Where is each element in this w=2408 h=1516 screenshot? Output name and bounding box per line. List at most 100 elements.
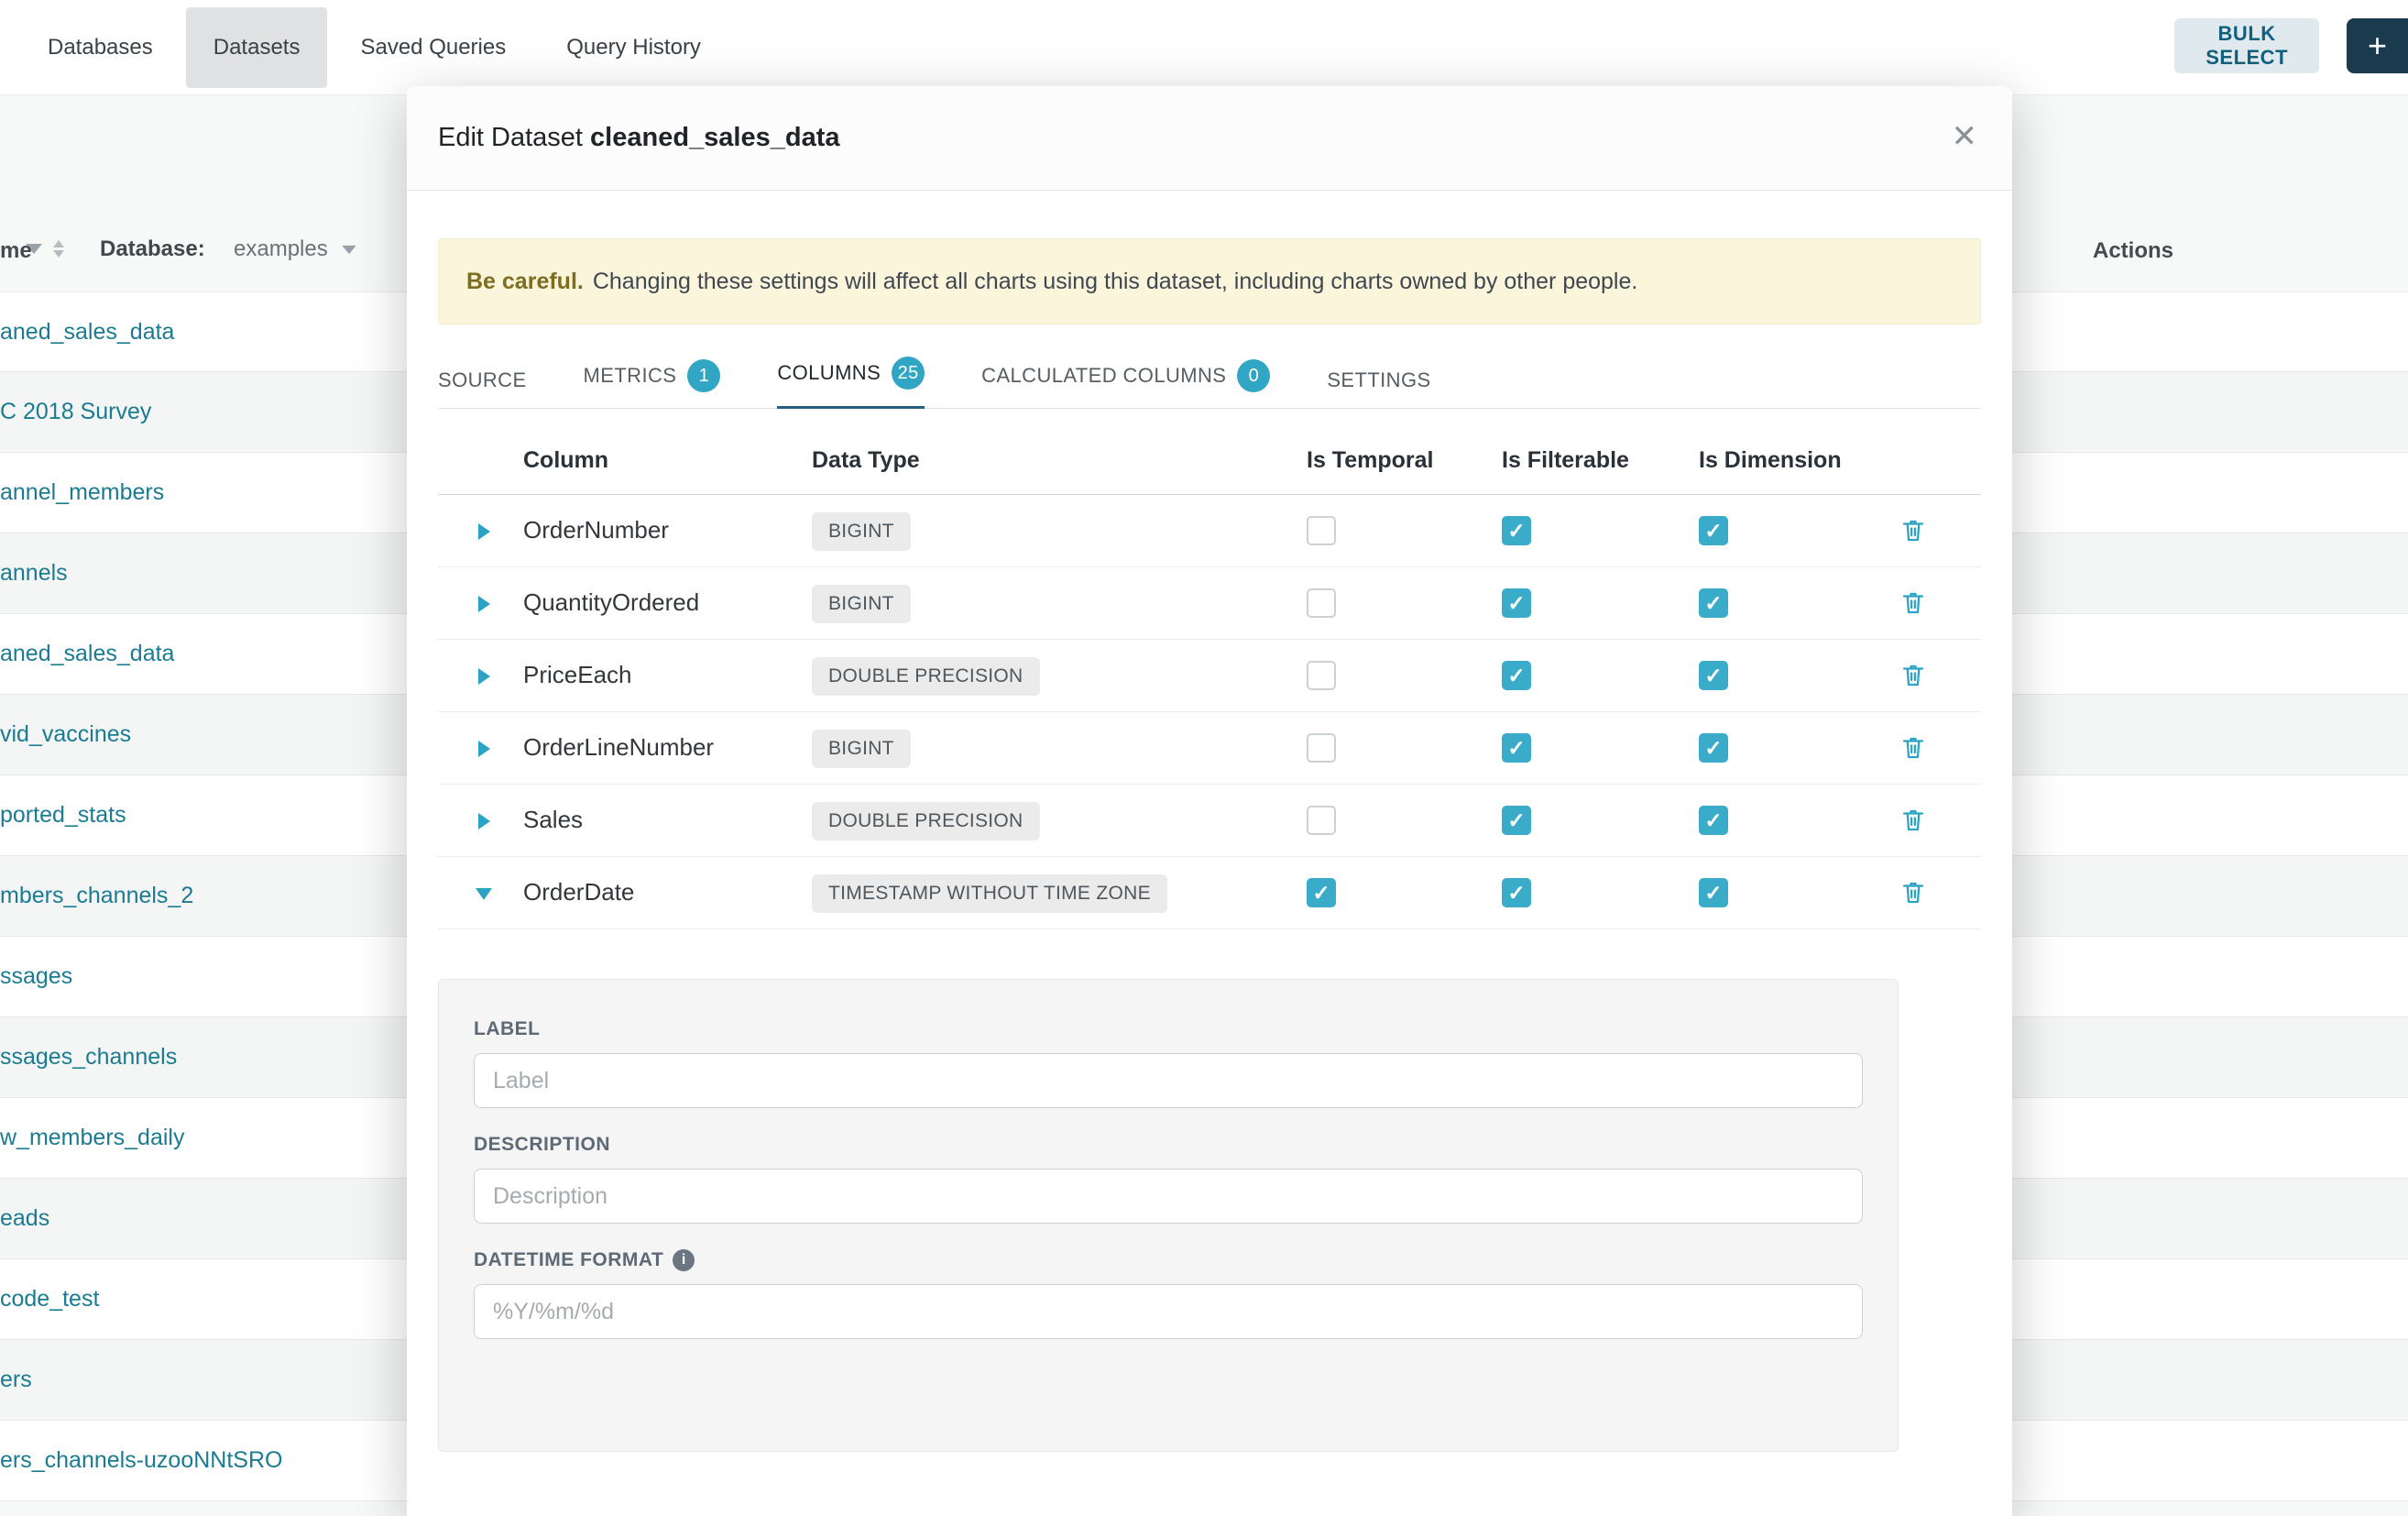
column-name: OrderDate: [523, 878, 634, 906]
is-temporal-checkbox[interactable]: [1307, 516, 1336, 545]
dataset-link[interactable]: C 2018 Survey: [0, 399, 151, 425]
dataset-link[interactable]: eads: [0, 1205, 49, 1232]
edit-dataset-modal: Edit Dataset cleaned_sales_data ✕ Be car…: [407, 86, 2012, 1516]
close-icon[interactable]: ✕: [1952, 121, 1978, 152]
data-type-header: Data Type: [812, 447, 920, 474]
expand-caret-icon[interactable]: [478, 741, 490, 757]
delete-icon[interactable]: [1899, 662, 1927, 689]
expand-caret-icon[interactable]: [478, 668, 490, 685]
is-temporal-checkbox[interactable]: [1307, 661, 1336, 690]
dataset-link[interactable]: vid_vaccines: [0, 721, 131, 748]
bulk-select-button[interactable]: BULK SELECT: [2174, 18, 2319, 73]
calculated-columns-count-badge: 0: [1237, 359, 1270, 392]
is-filterable-checkbox[interactable]: [1502, 588, 1531, 618]
label-field-label: LABEL: [474, 1018, 1863, 1040]
column-name: OrderNumber: [523, 516, 669, 544]
nav-tab-datasets[interactable]: Datasets: [186, 7, 328, 88]
expand-caret-icon[interactable]: [478, 596, 490, 612]
dataset-link[interactable]: annels: [0, 560, 68, 587]
column-row: PriceEach DOUBLE PRECISION: [438, 640, 1981, 712]
is-dimension-checkbox[interactable]: [1699, 806, 1728, 835]
is-filterable-checkbox[interactable]: [1502, 516, 1531, 545]
label-field-label-text: LABEL: [474, 1018, 541, 1040]
column-detail-panel: LABEL DESCRIPTION DATETIME FORMAT i: [438, 979, 1899, 1452]
column-row: OrderNumber BIGINT: [438, 495, 1981, 567]
is-dimension-checkbox[interactable]: [1699, 733, 1728, 763]
modal-title-dataset-name: cleaned_sales_data: [590, 123, 839, 152]
nav-tab-list: Databases Datasets Saved Queries Query H…: [0, 0, 734, 94]
datetime-format-label-text: DATETIME FORMAT: [474, 1249, 663, 1271]
is-temporal-checkbox[interactable]: [1307, 878, 1336, 907]
is-temporal-checkbox[interactable]: [1307, 588, 1336, 618]
is-filterable-checkbox[interactable]: [1502, 733, 1531, 763]
info-icon[interactable]: i: [673, 1249, 695, 1271]
delete-icon[interactable]: [1899, 807, 1927, 834]
is-temporal-checkbox[interactable]: [1307, 806, 1336, 835]
dataset-link[interactable]: aned_sales_data: [0, 641, 174, 667]
tab-calculated-columns-label: CALCULATED COLUMNS: [981, 364, 1226, 388]
column-row-expanded: OrderDate TIMESTAMP WITHOUT TIME ZONE: [438, 857, 1981, 929]
modal-title: Edit Dataset cleaned_sales_data: [438, 123, 840, 153]
tab-metrics-label: METRICS: [584, 364, 677, 388]
modal-body: Be careful. Changing these settings will…: [407, 238, 2012, 1452]
sort-icon[interactable]: [53, 240, 64, 258]
tab-columns-label: COLUMNS: [777, 361, 881, 385]
expand-caret-icon[interactable]: [478, 523, 490, 540]
column-name: QuantityOrdered: [523, 588, 699, 617]
warning-banner: Be careful. Changing these settings will…: [438, 238, 1981, 324]
delete-icon[interactable]: [1899, 517, 1927, 544]
delete-icon[interactable]: [1899, 879, 1927, 906]
dataset-link[interactable]: ssages_channels: [0, 1044, 177, 1071]
dataset-link[interactable]: annel_members: [0, 479, 164, 506]
modal-title-prefix: Edit Dataset: [438, 123, 590, 152]
data-type-pill: BIGINT: [812, 512, 911, 551]
column-name: OrderLineNumber: [523, 733, 714, 762]
data-type-pill: BIGINT: [812, 585, 911, 623]
column-row: QuantityOrdered BIGINT: [438, 567, 1981, 640]
dataset-link[interactable]: mbers_channels_2: [0, 883, 193, 909]
nav-tab-query-history[interactable]: Query History: [539, 7, 728, 88]
data-type-pill: DOUBLE PRECISION: [812, 657, 1040, 696]
dataset-link[interactable]: ssages: [0, 963, 72, 990]
collapse-caret-icon[interactable]: [476, 888, 492, 900]
dataset-link[interactable]: ers_channels-uzooNNtSRO: [0, 1447, 282, 1474]
data-type-pill: DOUBLE PRECISION: [812, 802, 1040, 840]
nav-tab-saved-queries[interactable]: Saved Queries: [333, 7, 533, 88]
label-input[interactable]: [474, 1053, 1863, 1108]
dataset-link[interactable]: code_test: [0, 1286, 99, 1313]
warning-bold-text: Be careful.: [466, 269, 584, 295]
is-filterable-checkbox[interactable]: [1502, 878, 1531, 907]
is-filterable-checkbox[interactable]: [1502, 661, 1531, 690]
tab-columns[interactable]: COLUMNS 25: [777, 357, 925, 409]
description-input[interactable]: [474, 1169, 1863, 1224]
datetime-format-input[interactable]: [474, 1284, 1863, 1339]
name-column-header[interactable]: me: [0, 238, 32, 264]
tab-source[interactable]: SOURCE: [438, 368, 527, 409]
delete-icon[interactable]: [1899, 589, 1927, 617]
tab-calculated-columns[interactable]: CALCULATED COLUMNS 0: [981, 359, 1270, 409]
actions-column-header: Actions: [2093, 238, 2173, 264]
tab-settings[interactable]: SETTINGS: [1327, 368, 1430, 409]
columns-table-header: Column Data Type Is Temporal Is Filterab…: [438, 431, 1981, 495]
dataset-link[interactable]: w_members_daily: [0, 1125, 184, 1151]
modal-header: Edit Dataset cleaned_sales_data ✕: [407, 86, 2012, 191]
nav-tab-databases[interactable]: Databases: [20, 7, 181, 88]
data-type-pill: BIGINT: [812, 730, 911, 768]
is-temporal-checkbox[interactable]: [1307, 733, 1336, 763]
dataset-link[interactable]: aned_sales_data: [0, 319, 174, 346]
tab-settings-label: SETTINGS: [1327, 368, 1430, 392]
tab-metrics[interactable]: METRICS 1: [584, 359, 721, 409]
add-dataset-button[interactable]: +: [2347, 18, 2408, 73]
is-filterable-checkbox[interactable]: [1502, 806, 1531, 835]
dataset-link[interactable]: ported_stats: [0, 802, 126, 829]
expand-caret-icon[interactable]: [478, 813, 490, 829]
is-dimension-checkbox[interactable]: [1699, 516, 1728, 545]
delete-icon[interactable]: [1899, 734, 1927, 762]
column-name: PriceEach: [523, 661, 632, 689]
is-dimension-checkbox[interactable]: [1699, 878, 1728, 907]
top-navigation: Databases Datasets Saved Queries Query H…: [0, 0, 2408, 95]
dataset-link[interactable]: ers: [0, 1367, 32, 1393]
is-dimension-checkbox[interactable]: [1699, 661, 1728, 690]
data-type-pill: TIMESTAMP WITHOUT TIME ZONE: [812, 874, 1167, 913]
is-dimension-checkbox[interactable]: [1699, 588, 1728, 618]
